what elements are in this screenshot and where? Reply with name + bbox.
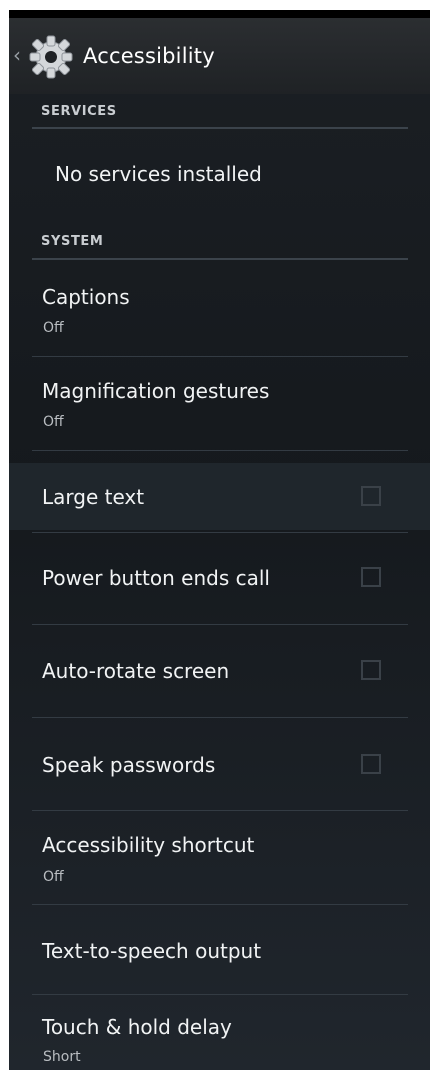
divider <box>32 810 408 811</box>
row-title: Magnification gestures <box>42 379 270 403</box>
divider <box>32 994 408 995</box>
section-header-services: SERVICES <box>41 104 117 119</box>
divider <box>32 127 408 129</box>
divider <box>32 450 408 451</box>
row-title: Auto-rotate screen <box>42 659 230 683</box>
checkbox-unchecked-icon[interactable] <box>361 567 381 587</box>
row-title: Speak passwords <box>42 753 216 777</box>
row-title: Touch & hold delay <box>42 1015 232 1039</box>
row-title: Power button ends call <box>42 566 270 590</box>
row-summary: Short <box>43 1049 81 1065</box>
no-services-text: No services installed <box>55 162 262 186</box>
divider <box>32 717 408 718</box>
checkbox-unchecked-icon[interactable] <box>361 754 381 774</box>
status-bar <box>9 10 430 18</box>
divider <box>32 258 408 260</box>
row-summary: Off <box>43 869 64 885</box>
gear-icon[interactable] <box>26 32 76 82</box>
chevron-left-icon[interactable]: ‹ <box>13 44 24 66</box>
row-summary: Off <box>43 320 64 336</box>
row-title: Text-to-speech output <box>42 939 262 963</box>
screen: ‹ Accessibility SERVICES No services ins… <box>9 10 430 1070</box>
row-title: Large text <box>42 485 145 509</box>
divider <box>32 532 408 533</box>
section-header-system: SYSTEM <box>41 234 104 249</box>
divider <box>32 904 408 905</box>
divider <box>32 624 408 625</box>
row-title: Accessibility shortcut <box>42 833 255 857</box>
checkbox-unchecked-icon[interactable] <box>361 486 381 506</box>
row-summary: Off <box>43 414 64 430</box>
row-title: Captions <box>42 285 130 309</box>
checkbox-unchecked-icon[interactable] <box>361 660 381 680</box>
page-title: Accessibility <box>83 44 215 68</box>
divider <box>32 356 408 357</box>
action-bar[interactable]: ‹ Accessibility <box>9 18 430 94</box>
